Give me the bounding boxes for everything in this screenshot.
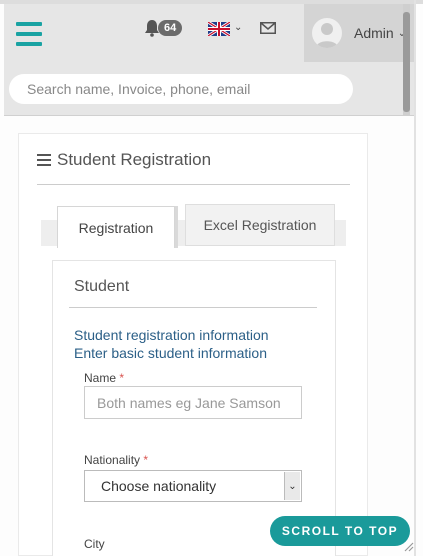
notifications-button[interactable]: 64 [144, 19, 183, 37]
top-strip [0, 0, 423, 4]
section-title: Student [74, 278, 130, 295]
chevron-down-icon[interactable]: ⌄ [234, 22, 242, 33]
nationality-selected-value: Choose nationality [101, 478, 217, 494]
panel-header: Student Registration [37, 150, 211, 170]
hamburger-menu-icon[interactable] [16, 22, 42, 46]
divider [69, 307, 317, 308]
user-menu[interactable]: Admin ⌄ [304, 4, 414, 62]
nationality-select[interactable]: Choose nationality ⌄ [84, 470, 302, 502]
nationality-label: Nationality * [84, 453, 148, 467]
list-icon [37, 154, 51, 166]
notification-count-badge: 64 [158, 20, 183, 36]
tab-excel-registration[interactable]: Excel Registration [185, 204, 335, 246]
info-text: Enter basic student information [74, 345, 267, 361]
search-input[interactable] [9, 74, 353, 104]
scrollbar-thumb[interactable] [403, 12, 410, 112]
tab-registration[interactable]: Registration [57, 206, 175, 248]
user-name: Admin [354, 25, 394, 41]
mail-icon[interactable] [260, 22, 276, 34]
search-box [9, 74, 353, 104]
user-avatar-icon [316, 23, 338, 48]
required-mark: * [119, 371, 125, 385]
resize-grip-icon[interactable] [402, 540, 414, 552]
scroll-to-top-button[interactable]: SCROLL TO TOP [270, 516, 410, 546]
scrollbar[interactable] [403, 4, 410, 116]
name-field[interactable] [84, 386, 302, 419]
avatar [312, 18, 342, 48]
frame-edge [414, 0, 416, 556]
name-label: Name * [84, 371, 124, 385]
city-label: City [84, 537, 105, 551]
uk-flag-icon[interactable] [208, 22, 230, 36]
top-navbar: 64 ⌄ Admin ⌄ [4, 4, 414, 116]
divider [37, 184, 350, 185]
registration-panel: Student Registration Registration Excel … [18, 133, 368, 556]
page-title: Student Registration [57, 150, 212, 169]
required-mark: * [143, 453, 149, 467]
info-text: Student registration information [74, 327, 269, 343]
name-label-text: Name [84, 371, 117, 385]
nationality-label-text: Nationality [84, 453, 141, 467]
chevron-down-icon[interactable]: ⌄ [284, 472, 300, 500]
student-form-card: Student Student registration information… [52, 260, 336, 556]
